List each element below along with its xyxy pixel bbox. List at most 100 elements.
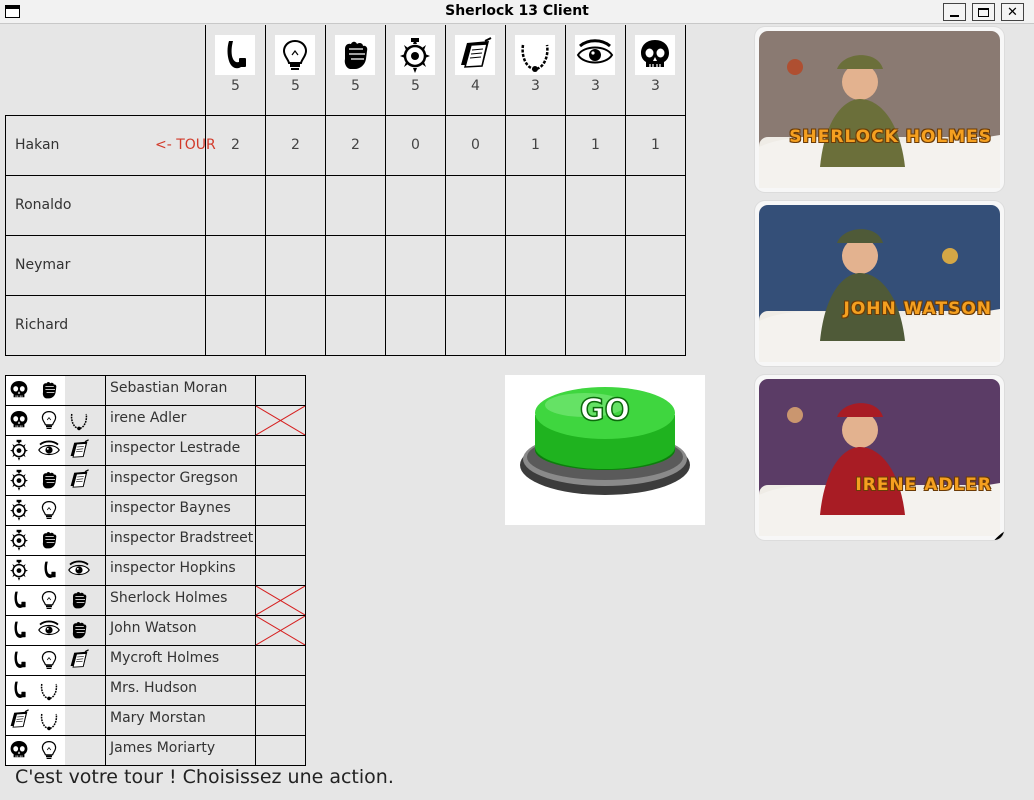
fist-icon	[37, 378, 61, 402]
suspect-name[interactable]: irene Adler	[110, 410, 186, 426]
grid-column-line	[265, 25, 266, 355]
suspect-name[interactable]: inspector Baynes	[110, 500, 231, 516]
player-symbol-cell[interactable]: 0	[446, 137, 505, 153]
suspect-name[interactable]: John Watson	[110, 620, 197, 636]
eye-icon	[37, 618, 61, 642]
necklace-icon	[67, 408, 91, 432]
suspect-mark-cell[interactable]	[256, 436, 305, 465]
card-title: SHERLOCK HOLMES	[789, 127, 992, 147]
crossed-out-mark[interactable]	[256, 616, 305, 645]
player-symbol-cell[interactable]: 0	[386, 137, 445, 153]
close-button[interactable]: ✕	[1001, 3, 1024, 21]
suspect-mark-cell[interactable]	[256, 496, 305, 525]
player-symbol-cell[interactable]: 2	[206, 137, 265, 153]
suspect-name[interactable]: Mrs. Hudson	[110, 680, 197, 696]
fist-icon	[971, 327, 999, 355]
lightbulb-icon	[37, 498, 61, 522]
symbol-count: 3	[591, 78, 600, 94]
pipe-icon	[7, 588, 31, 612]
fist-icon	[67, 618, 91, 642]
symbol-count: 5	[291, 78, 300, 94]
suspect-column-line	[105, 375, 106, 766]
suspect-mark-cell[interactable]	[256, 466, 305, 495]
suspect-mark-cell[interactable]	[256, 376, 305, 405]
eye-icon	[575, 35, 615, 75]
suspect-mark-cell[interactable]	[256, 676, 305, 705]
suspect-mark-cell[interactable]	[256, 526, 305, 555]
lightbulb-icon	[37, 408, 61, 432]
suspect-name[interactable]: inspector Hopkins	[110, 560, 236, 576]
suspect-name[interactable]: Mycroft Holmes	[110, 650, 219, 666]
player-name: Hakan	[15, 137, 60, 153]
suspect-name[interactable]: inspector Lestrade	[110, 440, 240, 456]
symbol-count: 5	[231, 78, 240, 94]
suspect-mark-cell[interactable]	[256, 736, 305, 765]
suspect-name[interactable]: inspector Gregson	[110, 470, 238, 486]
character-card[interactable]: SHERLOCK HOLMES	[755, 27, 1004, 192]
minimize-icon	[950, 15, 959, 17]
grid-row-line	[5, 295, 686, 296]
eye-icon	[943, 327, 1004, 366]
player-symbol-cell[interactable]: 1	[566, 137, 625, 153]
grid-column-line	[505, 25, 506, 355]
symbol-count: 4	[471, 78, 480, 94]
grid-column-line	[385, 25, 386, 355]
skull-icon	[7, 408, 31, 432]
player-name: Neymar	[15, 257, 71, 273]
suspect-name[interactable]: James Moriarty	[110, 740, 215, 756]
pipe-icon	[7, 618, 31, 642]
maximize-button[interactable]	[972, 3, 995, 21]
badge-icon	[7, 558, 31, 582]
pipe-icon	[7, 648, 31, 672]
notebook-icon	[67, 438, 91, 462]
lightbulb-icon	[37, 588, 61, 612]
card-title: JOHN WATSON	[843, 299, 992, 319]
suspect-name[interactable]: Mary Morstan	[110, 710, 206, 726]
lightbulb-icon	[943, 153, 971, 181]
necklace-icon	[37, 678, 61, 702]
suspect-column-line	[305, 375, 306, 766]
symbol-count: 3	[531, 78, 540, 94]
lightbulb-icon	[275, 35, 315, 75]
fist-icon	[37, 468, 61, 492]
pipe-icon	[7, 678, 31, 702]
symbol-count: 5	[411, 78, 420, 94]
skull-icon	[915, 501, 1004, 540]
player-symbol-cell[interactable]: 2	[266, 137, 325, 153]
pipe-icon	[37, 558, 61, 582]
go-button[interactable]: GO	[505, 375, 705, 525]
suspect-mark-cell[interactable]	[256, 706, 305, 735]
suspect-mark-cell[interactable]	[256, 556, 305, 585]
suspect-name[interactable]: inspector Bradstreet	[110, 530, 253, 546]
lightbulb-icon	[37, 738, 61, 762]
player-symbol-cell[interactable]: 2	[326, 137, 385, 153]
player-symbol-cell[interactable]: 1	[626, 137, 685, 153]
lightbulb-icon	[943, 501, 971, 529]
title-bar: Sherlock 13 Client ✕	[0, 0, 1034, 24]
lightbulb-icon	[37, 648, 61, 672]
symbol-count: 3	[651, 78, 660, 94]
window-title: Sherlock 13 Client	[445, 3, 589, 19]
minimize-button[interactable]	[943, 3, 966, 21]
character-card[interactable]: JOHN WATSON	[755, 201, 1004, 366]
suspect-mark-cell[interactable]	[256, 646, 305, 675]
suspect-name[interactable]: Sebastian Moran	[110, 380, 227, 396]
crossed-out-mark[interactable]	[256, 586, 305, 615]
player-symbol-cell[interactable]: 1	[506, 137, 565, 153]
badge-icon	[7, 498, 31, 522]
notebook-icon	[67, 648, 91, 672]
player-name: Ronaldo	[15, 197, 72, 213]
grid-column-line	[445, 25, 446, 355]
badge-icon	[7, 438, 31, 462]
notebook-icon	[7, 708, 31, 732]
suspect-name[interactable]: Sherlock Holmes	[110, 590, 227, 606]
notebook-icon	[67, 468, 91, 492]
notebook-icon	[455, 35, 495, 75]
character-card[interactable]: IRENE ADLER	[755, 375, 1004, 540]
necklace-icon	[515, 35, 555, 75]
pipe-icon	[915, 327, 943, 355]
go-button-label: GO	[580, 393, 630, 428]
grid-row-line	[5, 175, 686, 176]
crossed-out-mark[interactable]	[256, 406, 305, 435]
pipe-icon	[215, 35, 255, 75]
